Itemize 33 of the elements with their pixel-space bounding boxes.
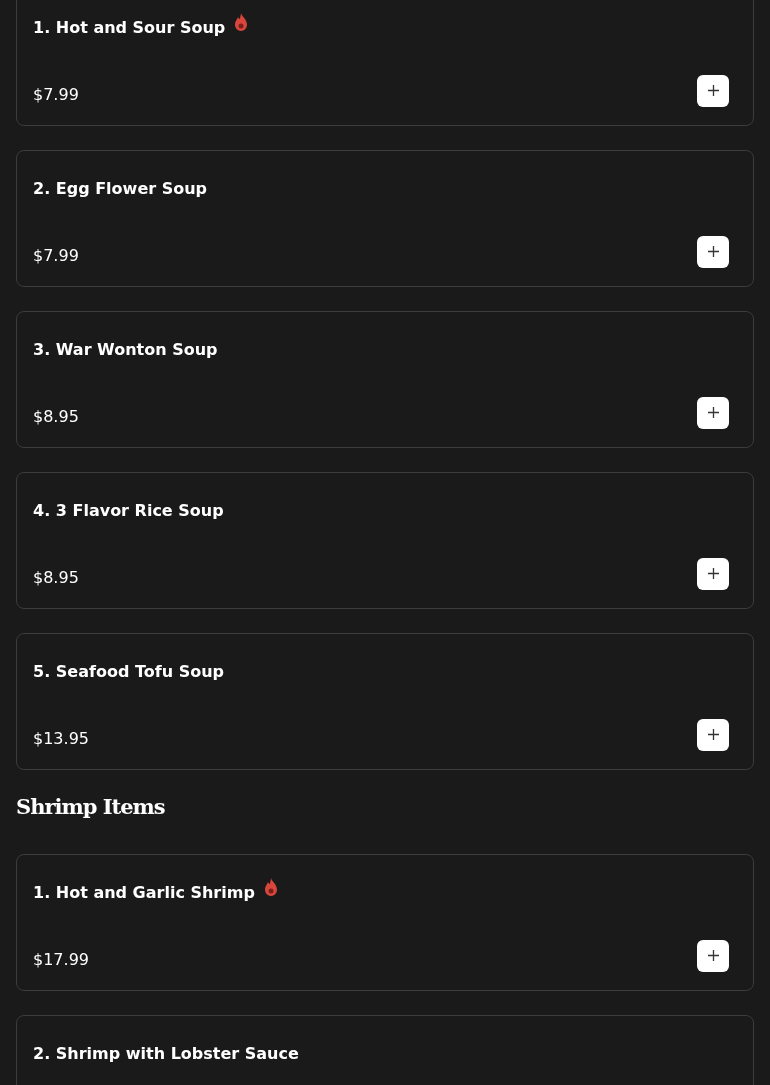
menu-item-card[interactable]: 3. War Wonton Soup $8.95 [16,311,754,448]
menu-item-card[interactable]: 2. Shrimp with Lobster Sauce [16,1015,754,1085]
add-button[interactable] [697,557,729,590]
item-price: $17.99 [33,949,89,971]
item-name: 5. Seafood Tofu Soup [33,662,224,683]
section-heading: Shrimp Items [16,794,166,820]
add-button[interactable] [697,235,729,268]
item-name: 1. Hot and Garlic Shrimp [33,883,255,904]
plus-icon [707,246,719,258]
plus-icon [707,85,719,97]
plus-icon [707,407,719,419]
add-button[interactable] [697,940,729,972]
add-button[interactable] [697,718,729,751]
menu-item-card[interactable]: 5. Seafood Tofu Soup $13.95 [16,633,754,770]
item-name: 2. Egg Flower Soup [33,179,208,200]
plus-icon [707,729,719,741]
item-price: $13.95 [33,727,89,750]
item-name: 1. Hot and Sour Soup [33,18,226,39]
menu-item-card[interactable]: 2. Egg Flower Soup $7.99 [16,150,754,287]
item-price: $8.95 [33,566,79,589]
item-name: 2. Shrimp with Lobster Sauce [33,1044,299,1065]
plus-icon [707,950,719,962]
menu-item-card[interactable]: 1. Hot and Garlic Shrimp $17.99 [16,854,754,992]
item-name: 3. War Wonton Soup [33,340,218,361]
item-price: $7.99 [33,83,79,106]
menu-item-card[interactable]: 1. Hot and Sour Soup $7.99 [16,0,754,126]
add-button[interactable] [697,396,729,429]
item-name: 4. 3 Flavor Rice Soup [33,501,224,522]
item-price: $7.99 [33,244,79,267]
menu-item-card[interactable]: 4. 3 Flavor Rice Soup $8.95 [16,472,754,609]
add-button[interactable] [697,74,729,107]
item-price: $8.95 [33,405,79,428]
plus-icon [707,568,719,580]
